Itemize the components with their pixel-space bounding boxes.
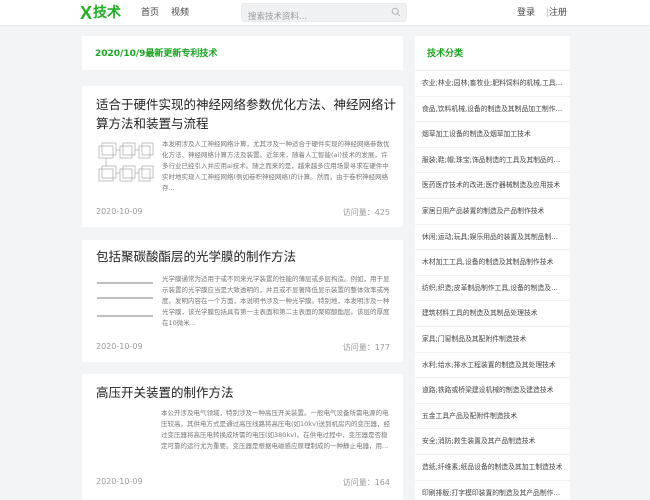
category-item[interactable]: 五金工具产品及配附件制造技术 bbox=[415, 404, 570, 430]
sidebar-title: 技术分类 bbox=[427, 49, 464, 59]
article-thumbnail[interactable] bbox=[96, 142, 154, 190]
logo-text: 技术 bbox=[93, 5, 122, 21]
article-title[interactable]: 包括聚碳酸酯层的光学膜的制作方法 bbox=[96, 247, 396, 266]
logo-mark: X bbox=[80, 3, 93, 23]
nav-video[interactable]: 视频 bbox=[171, 0, 189, 26]
category-item[interactable]: 家居日用产品装置的制造及产品制作技术 bbox=[415, 199, 570, 225]
category-item[interactable]: 医药医疗技术的改进;医疗器械制造及应用技术 bbox=[415, 173, 570, 199]
search-icon[interactable] bbox=[391, 7, 401, 17]
register-link[interactable]: 注册 bbox=[549, 0, 567, 26]
category-item[interactable]: 纺织;织造;皮革制品制作工具,设备的制造及其制品的制作技术 bbox=[415, 276, 570, 302]
article-date: 2020-10-09 bbox=[96, 477, 143, 486]
nav-home[interactable]: 首页 bbox=[141, 0, 159, 26]
article-views: 访问量：177 bbox=[342, 343, 390, 352]
category-item[interactable]: 水利;给水;排水工程装置的制造及其处理技术 bbox=[415, 353, 570, 379]
article-thumbnail[interactable] bbox=[96, 278, 154, 326]
article-card[interactable]: 适合于硬件实现的神经网络参数优化方法、神经网络计算方法和装置与流程 本发明涉及人… bbox=[82, 86, 403, 227]
article-date: 2020-10-09 bbox=[96, 207, 143, 216]
site-logo[interactable]: X 技术 bbox=[80, 3, 121, 23]
category-item[interactable]: 服装;鞋;帽;珠宝;饰品制造的工具及其制品的制作,应用技术 bbox=[415, 148, 570, 174]
category-item[interactable]: 食品,饮料机械,设备的制造及其制品加工制作,储藏技术 bbox=[415, 97, 570, 123]
article-card[interactable]: 包括聚碳酸酯层的光学膜的制作方法 光学膜通常为适用于或不同来光学装置的性能的薄层… bbox=[82, 240, 403, 362]
category-item[interactable]: 道路;铁路或桥梁建设机械的制造及建造技术 bbox=[415, 378, 570, 404]
category-item[interactable]: 建筑材料工具的制造及其制品处理技术 bbox=[415, 301, 570, 327]
category-item[interactable]: 印刷排版;打字模印装置的制造及其产品制作技术 bbox=[415, 481, 570, 500]
category-item[interactable]: 木材加工工具,设备的制造及其制品制作技术 bbox=[415, 250, 570, 276]
category-item[interactable]: 家具;门窗制品及其配附件制造技术 bbox=[415, 327, 570, 353]
article-views: 访问量：425 bbox=[342, 208, 390, 217]
category-item[interactable]: 造纸;纤维素;纸品设备的制造及其加工制造技术 bbox=[415, 455, 570, 481]
category-list: 农业;林业;园林;畜牧业;肥料饲料的机械,工具的制造及其加工制品的制作,应用技术… bbox=[415, 70, 570, 500]
category-item[interactable]: 烟草加工设备的制造及烟草加工技术 bbox=[415, 122, 570, 148]
category-sidebar: 技术分类 农业;林业;园林;畜牧业;肥料饲料的机械,工具的制造及其加工制品的制作… bbox=[415, 36, 570, 500]
banner-title: 2020/10/9最新更新专利技术 bbox=[95, 49, 218, 59]
update-banner: 2020/10/9最新更新专利技术 bbox=[82, 36, 403, 70]
top-header: X 技术 首页 视频 登录 | 注册 bbox=[0, 0, 650, 26]
login-link[interactable]: 登录 bbox=[517, 0, 535, 26]
article-summary: 本公开涉及电气领域，特别涉及一种高压开关装置。一般电气设备所需电源的电压较高，其… bbox=[161, 409, 390, 450]
search-input[interactable] bbox=[242, 8, 382, 26]
category-item[interactable]: 农业;林业;园林;畜牧业;肥料饲料的机械,工具的制造及其加工制品的制作,应用技术 bbox=[415, 71, 570, 97]
article-title[interactable]: 适合于硬件实现的神经网络参数优化方法、神经网络计算方法和装置与流程 bbox=[96, 95, 396, 133]
article-summary: 本发明涉及人工神经网络计算，尤其涉及一种适合于硬件实现的神经网络参数优化方法、神… bbox=[162, 140, 390, 192]
article-title[interactable]: 高压开关装置的制作方法 bbox=[96, 383, 396, 402]
category-item[interactable]: 安全;消防;救生装置及其产品制造技术 bbox=[415, 429, 570, 455]
category-item[interactable]: 休闲;运动;玩具;娱乐用品的装置及其制品制作技术 bbox=[415, 225, 570, 251]
article-date: 2020-10-09 bbox=[96, 342, 143, 351]
article-summary: 光学膜通常为适用于或不同来光学装置的性能的薄层或多层构造。例如，用于显示装置的光… bbox=[162, 275, 390, 327]
search-box bbox=[241, 3, 407, 26]
article-views: 访问量：164 bbox=[342, 478, 390, 487]
article-card[interactable]: 高压开关装置的制作方法 本公开涉及电气领域，特别涉及一种高压开关装置。一般电气设… bbox=[82, 374, 403, 500]
